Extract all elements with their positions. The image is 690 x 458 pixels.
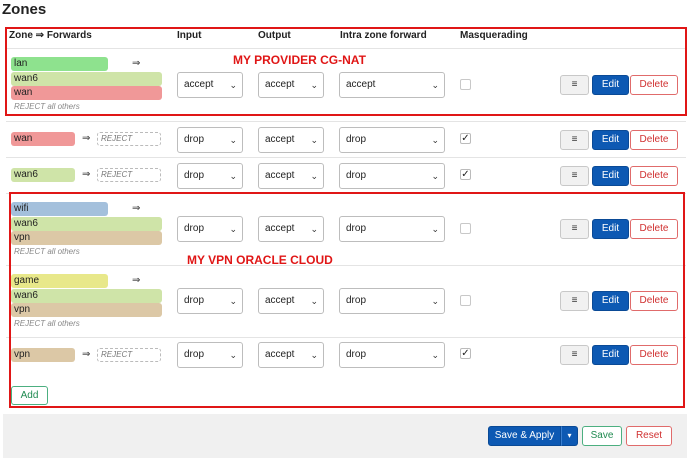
save-apply-button[interactable]: Save & Apply [488,426,561,446]
annotation-box-vpn [9,192,685,408]
input-value: drop [184,134,205,145]
edit-button[interactable]: Edit [592,166,629,186]
forward-select[interactable]: drop ⌄ [339,163,445,189]
reject-forward-box: REJECT [97,132,161,146]
annotation-box-provider [5,27,687,116]
chevron-down-icon: ⌄ [229,135,237,145]
input-select[interactable]: drop ⌄ [177,163,243,189]
row-divider [6,121,686,122]
reject-forward-box: REJECT [97,168,161,182]
chevron-down-icon: ⌄ [310,171,318,181]
menu-button[interactable]: ≡ [560,130,589,150]
forward-select[interactable]: drop ⌄ [339,127,445,153]
masquerading-checkbox[interactable]: ✓ [460,133,471,144]
chevron-down-icon: ⌄ [310,135,318,145]
output-value: accept [265,134,295,145]
forward-arrow: ⇒ [82,169,91,180]
output-select[interactable]: accept ⌄ [258,163,324,189]
annotation-label-vpn: MY VPN ORACLE CLOUD [187,253,333,267]
input-select[interactable]: drop ⌄ [177,127,243,153]
forward-arrow: ⇒ [82,133,91,144]
chevron-down-icon: ⌄ [431,171,439,181]
masquerading-checkbox[interactable]: ✓ [460,169,471,180]
delete-button[interactable]: Delete [630,130,678,150]
annotation-label-provider: MY PROVIDER CG-NAT [233,53,366,67]
delete-button[interactable]: Delete [630,166,678,186]
row-divider [6,157,686,158]
output-value: accept [265,170,295,181]
input-value: drop [184,170,205,181]
output-select[interactable]: accept ⌄ [258,127,324,153]
save-apply-dropdown-icon[interactable]: ▾ [561,426,578,446]
zone-chip-wan[interactable]: wan [11,132,75,146]
forward-value: drop [346,170,367,181]
chevron-down-icon: ⌄ [431,135,439,145]
save-button[interactable]: Save [582,426,622,446]
reset-button[interactable]: Reset [626,426,672,446]
forward-value: drop [346,134,367,145]
menu-button[interactable]: ≡ [560,166,589,186]
edit-button[interactable]: Edit [592,130,629,150]
page-title: Zones [2,1,47,18]
zone-chip-wan6[interactable]: wan6 [11,168,75,182]
chevron-down-icon: ⌄ [229,171,237,181]
